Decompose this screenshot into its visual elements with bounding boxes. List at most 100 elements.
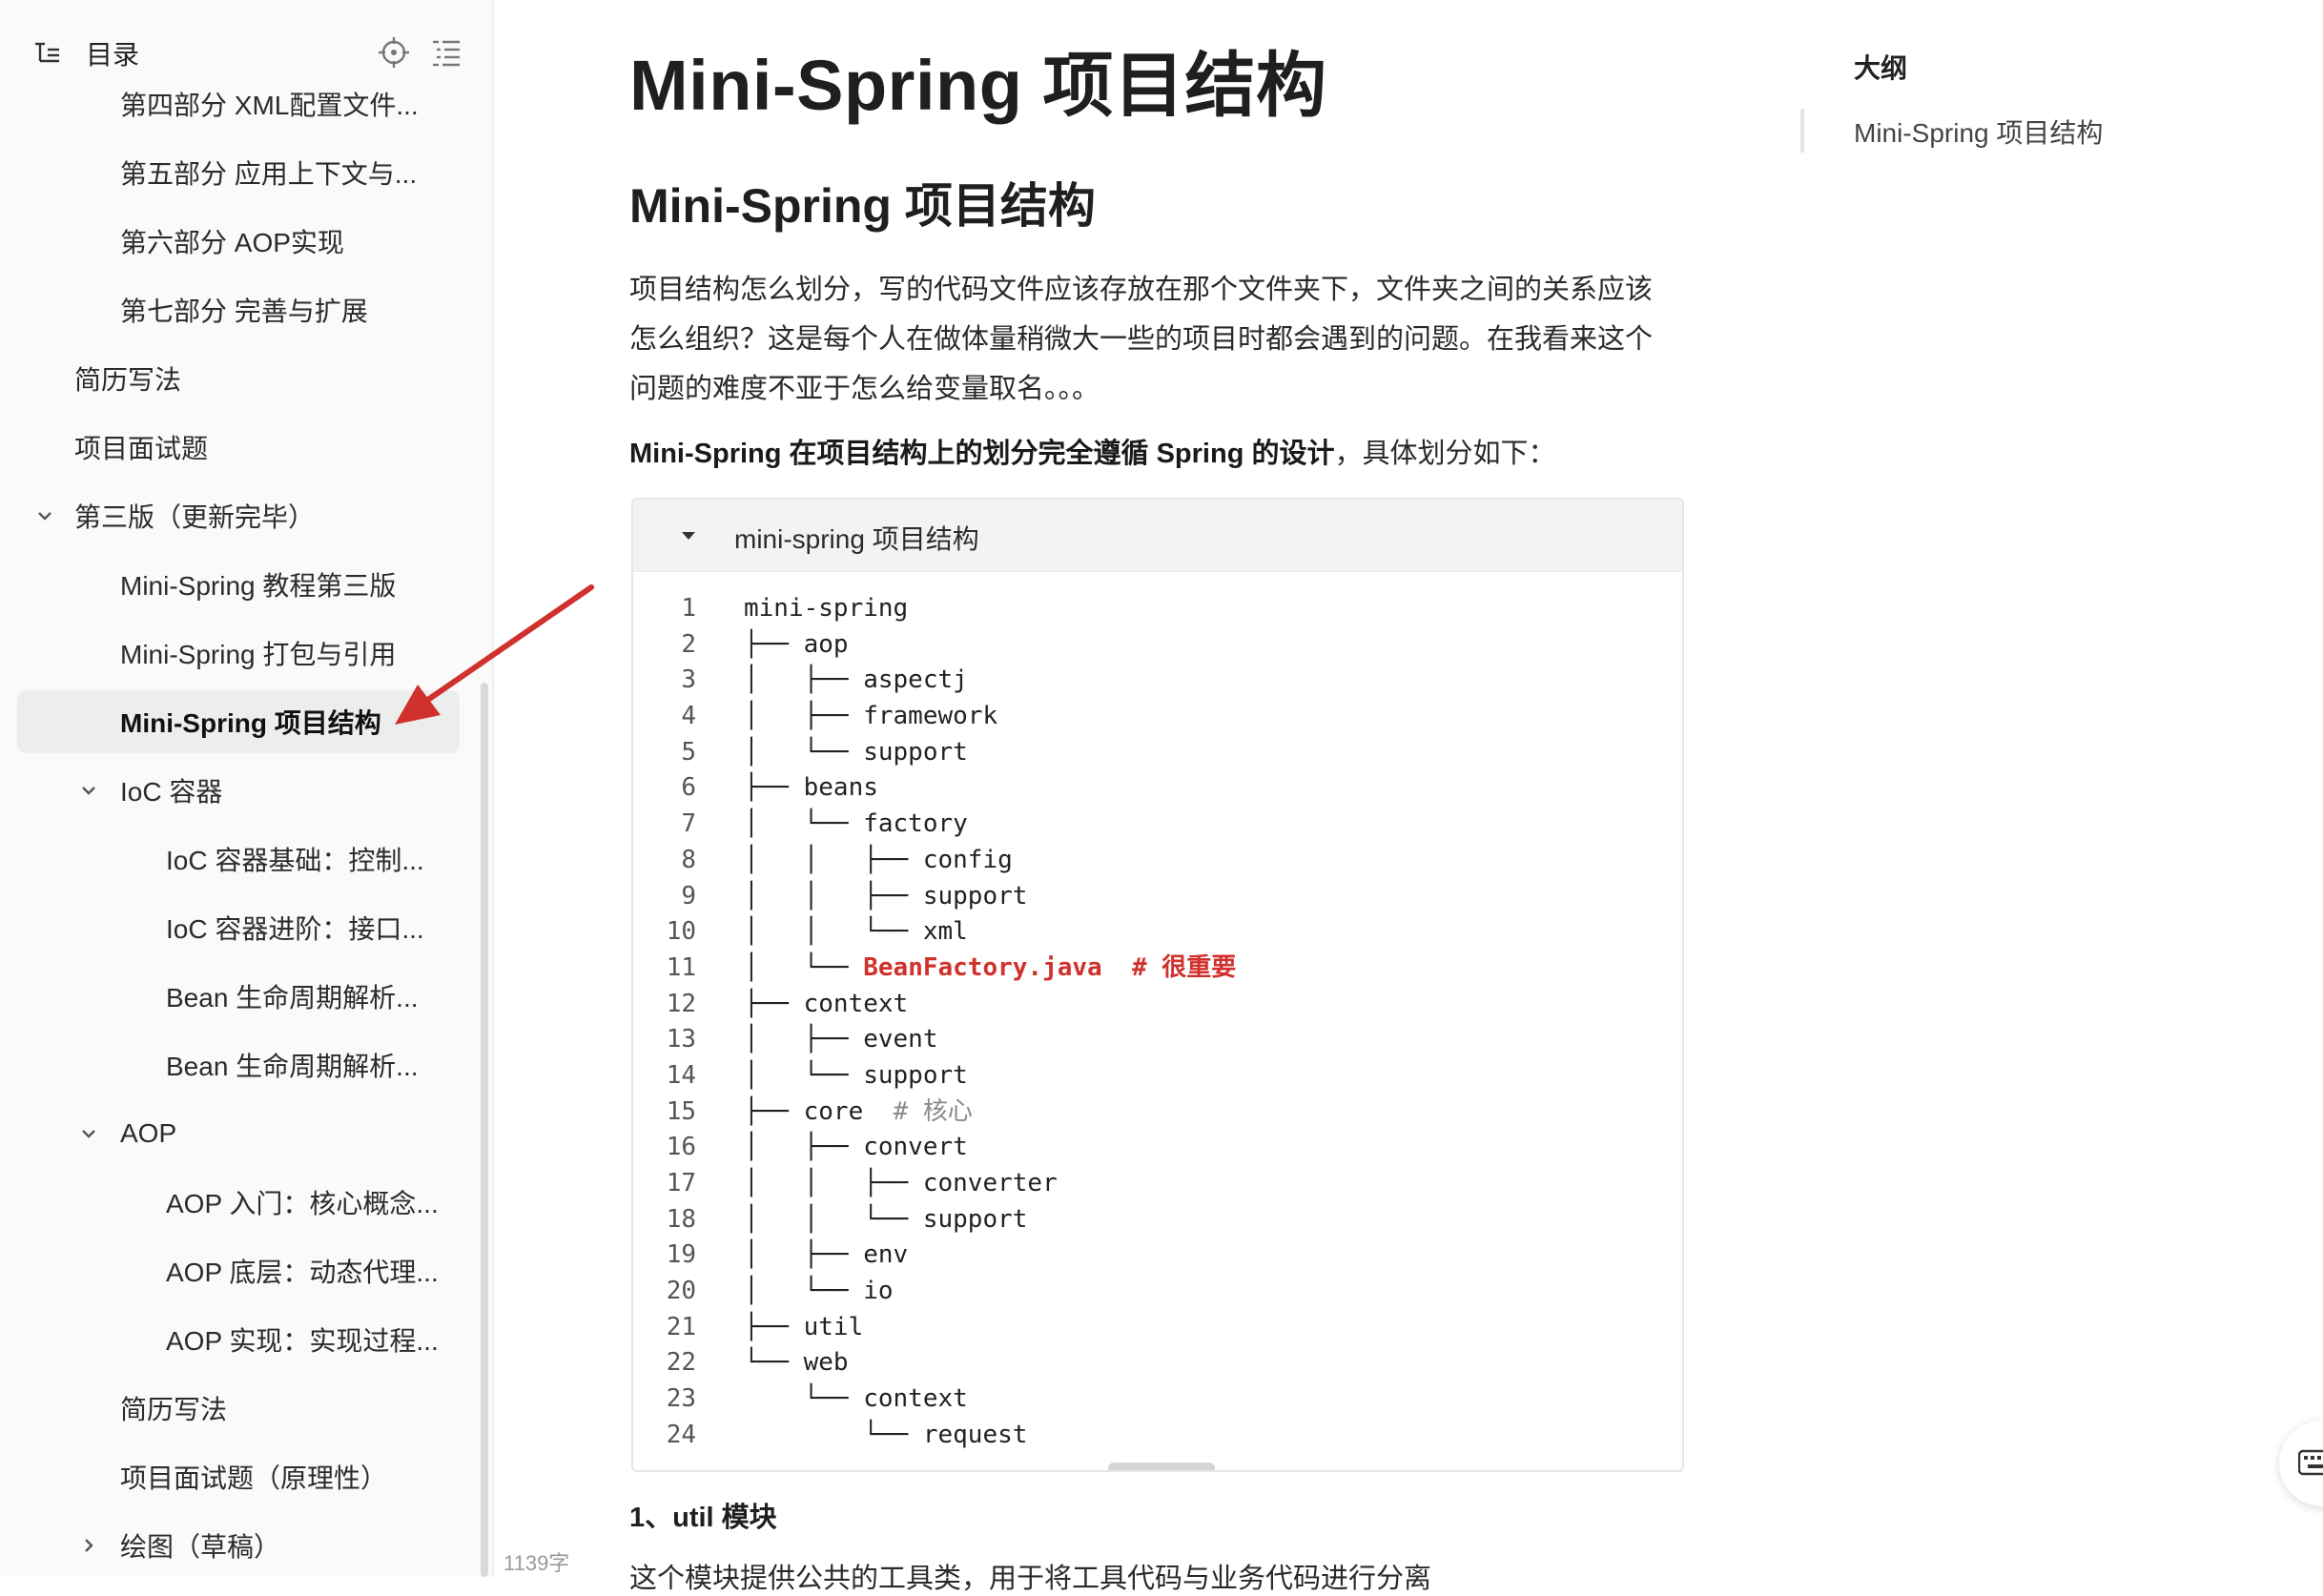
code-line: 24 └── request	[633, 1418, 1682, 1454]
code-block-header[interactable]: mini-spring 项目结构	[633, 500, 1682, 572]
code-line: 6 ├── beans	[633, 770, 1682, 807]
code-line: 15 ├── core # 核心	[633, 1095, 1682, 1131]
code-segment: └── request	[744, 1420, 1028, 1449]
outline-item[interactable]: Mini-Spring 项目结构	[1854, 113, 2103, 151]
sidebar-item-label: 绘图（草稿）	[120, 1532, 281, 1562]
sidebar-item[interactable]: 第五部分 应用上下文与...	[17, 141, 460, 204]
code-text: │ ├── convert	[744, 1130, 968, 1166]
paragraph: 项目结构怎么划分，写的代码文件应该存放在那个文件夹下，文件夹之间的关系应该怎么组…	[629, 275, 1654, 404]
code-line: 11 │ └── BeanFactory.java # 很重要	[633, 951, 1682, 987]
sidebar-item[interactable]: 第三版（更新完毕）	[17, 484, 460, 547]
code-line: 13 │ ├── event	[633, 1022, 1682, 1058]
chevron-down-icon[interactable]	[34, 505, 55, 526]
code-block: mini-spring 项目结构 1 mini-spring 2 ├── aop 3 │ …	[631, 498, 1684, 1472]
line-number: 14	[666, 1060, 696, 1090]
code-horizontal-scrollbar[interactable]	[1108, 1463, 1215, 1470]
code-lines: 1 mini-spring 2 ├── aop 3 │ ├── aspectj 4 │ ├──…	[633, 591, 1682, 1454]
code-line: 4 │ ├── framework	[633, 699, 1682, 735]
subsection-heading: 1、util 模块	[629, 1503, 777, 1533]
code-text: mini-spring	[744, 591, 908, 627]
sidebar-scrollbar[interactable]	[481, 683, 488, 1577]
line-number: 22	[666, 1348, 696, 1378]
code-segment: │ │ ├── converter	[744, 1169, 1058, 1197]
sidebar-item-label: 第七部分 完善与扩展	[120, 297, 368, 326]
code-text: └── web	[744, 1345, 849, 1381]
sidebar-item[interactable]: 简历写法	[17, 347, 460, 410]
code-line: 14 │ └── support	[633, 1058, 1682, 1095]
sidebar-item-label: AOP	[120, 1118, 177, 1148]
chevron-down-icon[interactable]	[78, 1123, 99, 1144]
page-title: Mini-Spring 项目结构	[629, 46, 1327, 125]
sidebar-item[interactable]: 第七部分 完善与扩展	[17, 278, 460, 341]
word-count: 1139字	[504, 1551, 570, 1575]
sidebar-item[interactable]: 简历写法	[17, 1377, 460, 1440]
collapse-all-icon[interactable]	[431, 38, 462, 67]
line-number: 1	[681, 594, 696, 623]
code-line: 21 ├── util	[633, 1310, 1682, 1346]
sidebar-item[interactable]: IoC 容器基础：控制...	[17, 828, 460, 890]
line-number: 15	[666, 1096, 696, 1126]
code-text: ├── util	[744, 1310, 863, 1346]
sidebar-item[interactable]: AOP 入门：核心概念...	[17, 1171, 460, 1234]
sidebar-item[interactable]: 项目面试题	[17, 416, 460, 479]
code-segment: │ │ ├── support	[744, 881, 1028, 911]
code-text: │ │ ├── support	[744, 879, 1027, 915]
sidebar-item-label: AOP 底层：动态代理...	[166, 1258, 439, 1287]
code-text: └── request	[744, 1418, 1027, 1454]
line-number: 17	[666, 1169, 696, 1197]
sidebar-item-label: 项目面试题	[74, 434, 209, 463]
sidebar-item-label: Bean 生命周期解析...	[166, 1052, 419, 1081]
code-block-title: mini-spring 项目结构	[734, 524, 979, 554]
line-number: 24	[666, 1420, 696, 1449]
code-segment: │ └──	[744, 952, 864, 982]
code-text: │ │ └── xml	[744, 914, 968, 951]
code-segment: ├── context	[744, 989, 909, 1018]
code-segment: ├── beans	[744, 773, 878, 803]
line-number: 4	[681, 702, 696, 731]
sidebar-item-label: 第六部分 AOP实现	[120, 228, 344, 257]
code-line: 3 │ ├── aspectj	[633, 663, 1682, 699]
sidebar-item[interactable]: Bean 生命周期解析...	[17, 965, 460, 1028]
sidebar-item-label: Mini-Spring 项目结构	[120, 708, 381, 738]
keyboard-button[interactable]	[2279, 1421, 2323, 1506]
code-text: │ └── support	[744, 735, 968, 771]
code-text: ├── core # 核心	[744, 1095, 973, 1131]
sidebar-item[interactable]: AOP 底层：动态代理...	[17, 1239, 460, 1302]
sidebar-item[interactable]: IoC 容器进阶：接口...	[17, 896, 460, 959]
code-text: │ └── BeanFactory.java # 很重要	[744, 951, 1236, 987]
caret-down-icon[interactable]	[679, 526, 698, 545]
line-number: 19	[666, 1240, 696, 1270]
sidebar-item[interactable]: AOP	[17, 1102, 460, 1165]
sidebar-item[interactable]: Bean 生命周期解析...	[17, 1033, 460, 1096]
code-text: │ │ └── support	[744, 1202, 1027, 1238]
code-text: │ ├── framework	[744, 699, 997, 735]
line-number: 20	[666, 1277, 696, 1306]
locate-icon[interactable]	[378, 36, 410, 69]
line-number: 23	[666, 1384, 696, 1414]
line-number: 3	[681, 665, 696, 695]
sidebar-item[interactable]: IoC 容器	[17, 759, 460, 822]
line-number: 9	[681, 881, 696, 911]
sidebar-item[interactable]: 项目面试题（原理性）	[17, 1445, 460, 1508]
sidebar-item-label: 简历写法	[74, 365, 182, 395]
sidebar-item[interactable]: 绘图（草稿）	[17, 1514, 460, 1577]
toc-icon[interactable]	[32, 38, 61, 67]
chevron-right-icon[interactable]	[78, 1535, 99, 1556]
chevron-down-icon[interactable]	[78, 780, 99, 801]
code-text: │ ├── event	[744, 1022, 938, 1058]
code-segment: │ │ └── xml	[744, 917, 968, 947]
outline-panel: 大纲 Mini-Spring 项目结构	[1800, 38, 2201, 172]
sidebar-item[interactable]: AOP 实现：实现过程...	[17, 1308, 460, 1371]
code-text: │ └── support	[744, 1058, 968, 1095]
code-text: ├── context	[744, 987, 908, 1023]
line-number: 11	[666, 952, 696, 982]
sidebar-item[interactable]: 第四部分 XML配置文件...	[17, 72, 460, 135]
code-line: 16 │ ├── convert	[633, 1130, 1682, 1166]
line-number: 18	[666, 1204, 696, 1234]
code-line: 18 │ │ └── support	[633, 1202, 1682, 1238]
code-line: 8 │ │ ├── config	[633, 843, 1682, 879]
code-line: 12 ├── context	[633, 987, 1682, 1023]
code-text: │ ├── aspectj	[744, 663, 968, 699]
code-line: 17 │ │ ├── converter	[633, 1166, 1682, 1202]
sidebar-item[interactable]: 第六部分 AOP实现	[17, 210, 460, 273]
